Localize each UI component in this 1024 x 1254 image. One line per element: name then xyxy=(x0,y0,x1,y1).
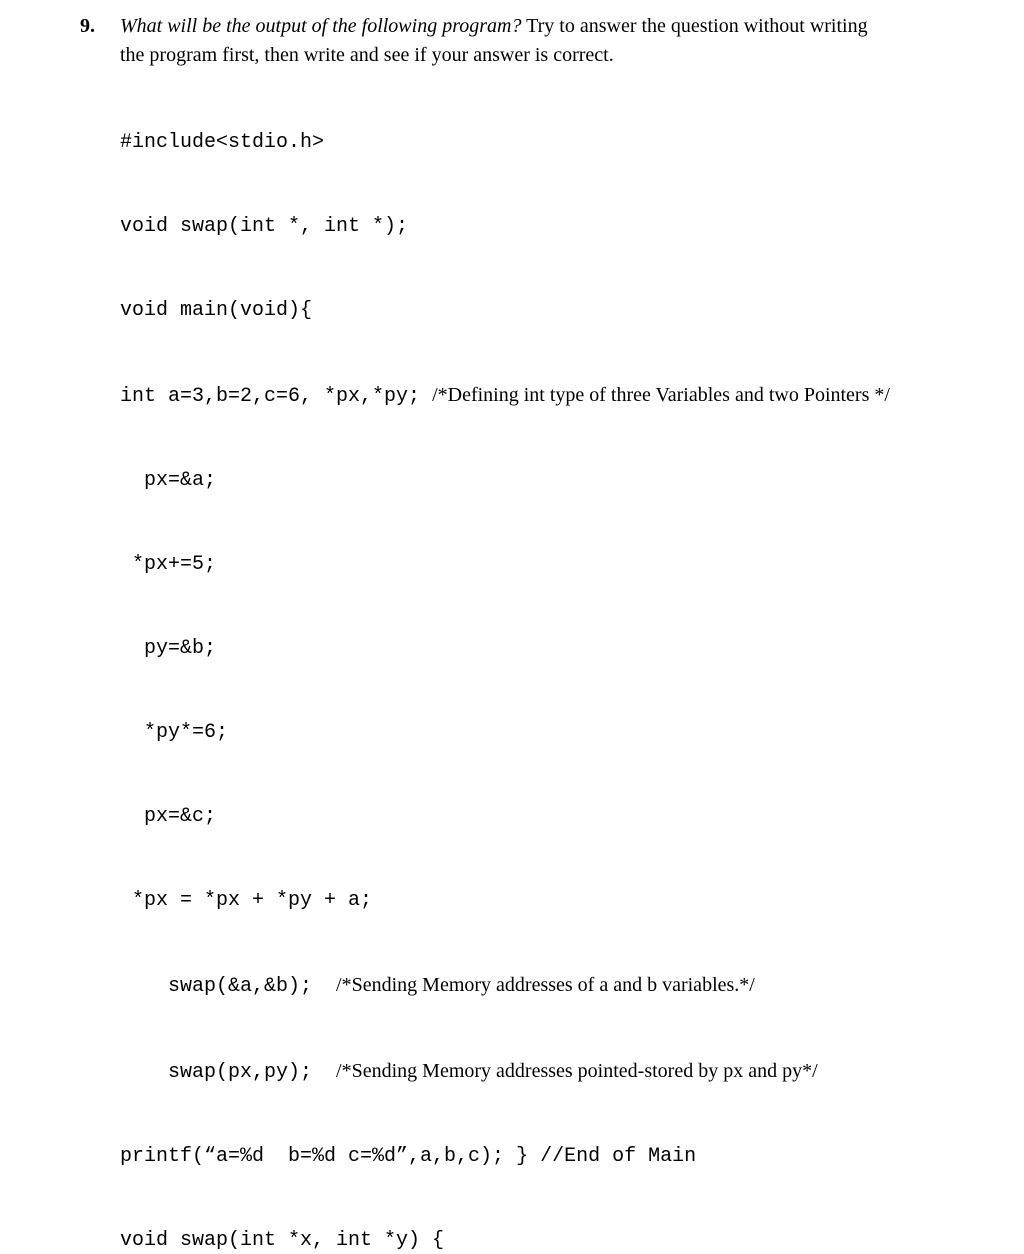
code-comment-4: /*Defining int type of three Variables a… xyxy=(432,384,890,406)
code-line-8: *py*=6; xyxy=(120,719,984,747)
code-line-9: px=&c; xyxy=(120,803,984,831)
question-italic: What will be the output of the following… xyxy=(120,15,521,37)
code-comment-11: /*Sending Memory addresses of a and b va… xyxy=(336,974,755,996)
question-rest1: Try to answer the question without writi… xyxy=(521,15,867,37)
code-comment-12: /*Sending Memory addresses pointed-store… xyxy=(336,1060,818,1082)
code-line-11: swap(&a,&b); /*Sending Memory addresses … xyxy=(120,971,984,1001)
exercise-page: 9. What will be the output of the follow… xyxy=(0,0,1024,1254)
code-line-12: swap(px,py); /*Sending Memory addresses … xyxy=(120,1057,984,1087)
question-text: What will be the output of the following… xyxy=(120,12,984,40)
code-line-2: void swap(int *, int *); xyxy=(120,213,984,241)
code-block: #include<stdio.h> void swap(int *, int *… xyxy=(120,73,984,1254)
code-line-11a: swap(&a,&b); xyxy=(120,975,336,998)
code-line-4: int a=3,b=2,c=6, *px,*py; /*Defining int… xyxy=(120,381,984,411)
code-line-7: py=&b; xyxy=(120,635,984,663)
code-line-12a: swap(px,py); xyxy=(120,1061,336,1084)
code-line-13: printf(“a=%d b=%d c=%d”,a,b,c); } //End … xyxy=(120,1143,984,1171)
code-line-3: void main(void){ xyxy=(120,297,984,325)
question-line2: the program first, then write and see if… xyxy=(120,44,984,67)
question-number: 9. xyxy=(80,12,112,40)
code-line-6: *px+=5; xyxy=(120,551,984,579)
code-line-1: #include<stdio.h> xyxy=(120,129,984,157)
code-line-10: *px = *px + *py + a; xyxy=(120,887,984,915)
question-header: 9. What will be the output of the follow… xyxy=(80,12,984,40)
code-line-5: px=&a; xyxy=(120,467,984,495)
code-line-4a: int a=3,b=2,c=6, *px,*py; xyxy=(120,385,432,408)
code-line-14: void swap(int *x, int *y) { xyxy=(120,1227,984,1254)
